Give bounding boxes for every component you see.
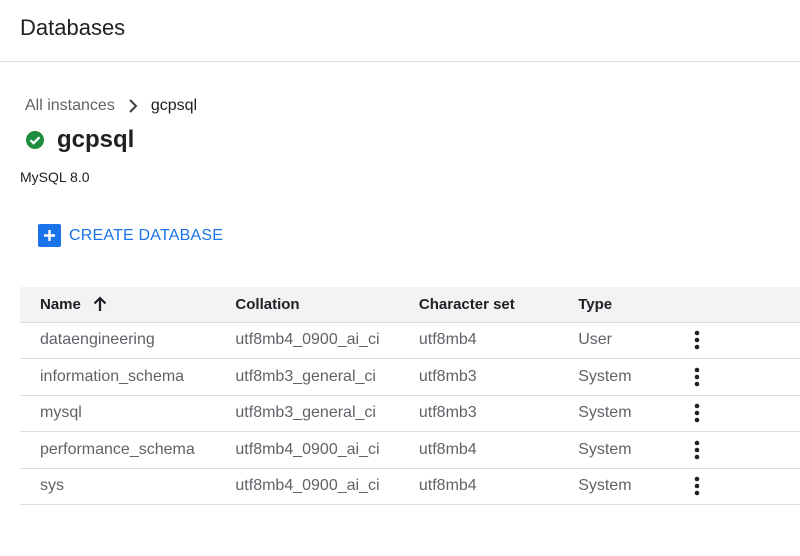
cell-type: System <box>578 440 632 458</box>
cell-charset: utf8mb4 <box>418 440 477 458</box>
more-vert-icon[interactable] <box>685 365 709 389</box>
cell-charset: utf8mb4 <box>418 477 477 495</box>
cell-collation: utf8mb4_0900_ai_ci <box>235 440 380 458</box>
column-header-type[interactable]: Type <box>578 287 685 322</box>
cell-collation: utf8mb3_general_ci <box>235 404 376 422</box>
breadcrumb-all-instances-link[interactable]: All instances <box>25 97 115 115</box>
create-database-label: CREATE DATABASE <box>69 226 224 244</box>
table-header-row: Name Collation Character set Type <box>20 287 800 322</box>
instance-version: MySQL 8.0 <box>20 169 90 185</box>
cell-type: System <box>578 477 632 495</box>
page-header: Databases <box>0 0 800 62</box>
cell-charset: utf8mb4 <box>418 331 477 349</box>
instance-heading: gcpsql <box>25 126 134 154</box>
cell-name: dataengineering <box>40 331 155 349</box>
cell-charset: utf8mb3 <box>418 404 477 422</box>
cell-type: System <box>578 404 632 422</box>
column-header-actions <box>685 287 800 322</box>
instance-name: gcpsql <box>57 126 135 153</box>
add-box-icon <box>38 224 61 247</box>
breadcrumb-current: gcpsql <box>150 97 198 114</box>
cell-type: User <box>578 331 612 349</box>
table-row: information_schema utf8mb3_general_ci ut… <box>20 359 800 395</box>
chevron-right-icon <box>121 97 145 115</box>
arrow-up-icon[interactable] <box>91 295 109 313</box>
more-vert-icon[interactable] <box>685 401 709 425</box>
cell-collation: utf8mb4_0900_ai_ci <box>235 331 380 349</box>
column-header-charset[interactable]: Character set <box>419 287 578 322</box>
cell-charset: utf8mb3 <box>418 367 477 385</box>
breadcrumb: All instances gcpsql <box>25 97 197 115</box>
cell-collation: utf8mb3_general_ci <box>235 367 376 385</box>
cell-name: performance_schema <box>40 440 195 458</box>
column-header-collation[interactable]: Collation <box>235 287 418 322</box>
table-row: dataengineering utf8mb4_0900_ai_ci utf8m… <box>20 322 800 359</box>
page-title: Databases <box>20 15 126 40</box>
more-vert-icon[interactable] <box>685 438 709 462</box>
more-vert-icon[interactable] <box>685 474 709 498</box>
column-header-name-label: Name <box>40 295 81 313</box>
databases-table: Name Collation Character set Type dataen… <box>20 287 800 505</box>
table-row: mysql utf8mb3_general_ci utf8mb3 System <box>20 395 800 432</box>
cell-name: information_schema <box>40 367 185 385</box>
more-vert-icon[interactable] <box>685 328 709 352</box>
cell-collation: utf8mb4_0900_ai_ci <box>235 477 380 495</box>
check-circle-icon <box>25 130 45 150</box>
create-database-button[interactable]: CREATE DATABASE <box>38 224 223 247</box>
cell-name: sys <box>40 477 64 495</box>
cell-type: System <box>578 367 632 385</box>
table-row: performance_schema utf8mb4_0900_ai_ci ut… <box>20 432 800 468</box>
table-row: sys utf8mb4_0900_ai_ci utf8mb4 System <box>20 468 800 505</box>
column-header-name[interactable]: Name <box>20 287 235 322</box>
cell-name: mysql <box>40 404 82 422</box>
